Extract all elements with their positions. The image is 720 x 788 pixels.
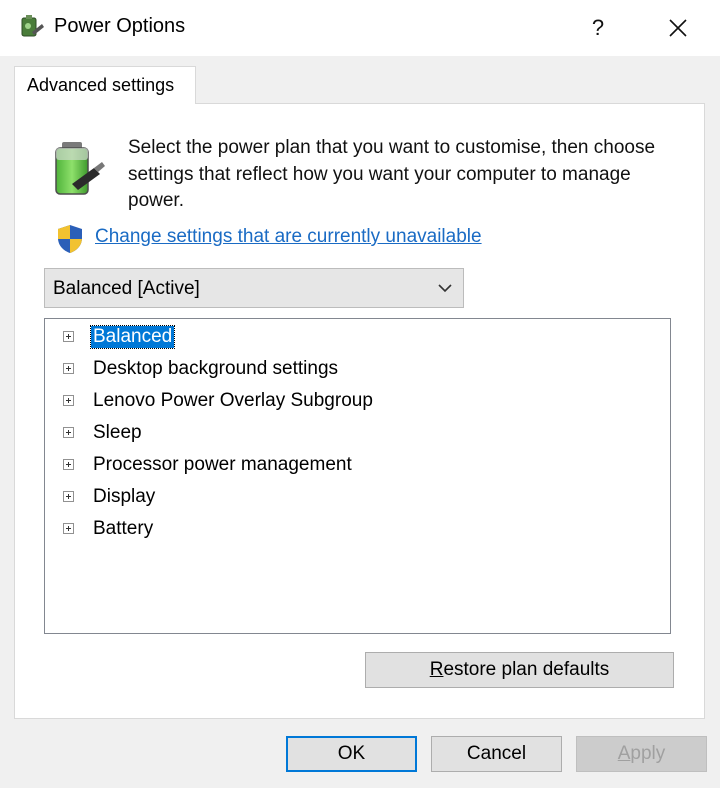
tree-item[interactable]: Balanced	[45, 322, 645, 352]
power-plan-select[interactable]: Balanced [Active]	[44, 268, 464, 308]
expand-plus-icon[interactable]	[63, 459, 74, 470]
tree-item-label: Sleep	[93, 422, 142, 443]
change-settings-link[interactable]: Change settings that are currently unava…	[95, 226, 482, 248]
expand-plus-icon[interactable]	[63, 395, 74, 406]
tree-item-label: Display	[93, 486, 156, 507]
tree-item[interactable]: Lenovo Power Overlay Subgroup	[45, 386, 645, 416]
tab-label: Advanced settings	[27, 75, 175, 95]
restore-mnemonic: R	[429, 659, 444, 680]
tree-item-label: Battery	[93, 518, 154, 539]
expand-plus-icon[interactable]	[63, 523, 74, 534]
ok-button[interactable]: OK	[286, 736, 417, 772]
window-title: Power Options	[54, 15, 186, 37]
help-button[interactable]: ?	[578, 10, 618, 46]
power-options-icon	[21, 15, 44, 37]
tree-item[interactable]: Display	[45, 482, 645, 512]
close-button[interactable]	[656, 10, 700, 46]
restore-label: estore plan defaults	[443, 659, 610, 680]
chevron-down-icon	[438, 284, 452, 293]
apply-label: pply	[630, 743, 666, 764]
tree-item[interactable]: Sleep	[45, 418, 645, 448]
intro-text: Select the power plan that you want to c…	[128, 137, 656, 211]
tree-item-label: Processor power management	[93, 454, 352, 475]
battery-icon	[55, 142, 105, 195]
settings-tree[interactable]: Balanced Desktop background settings Len…	[44, 318, 671, 634]
apply-button[interactable]: Apply	[576, 736, 707, 772]
apply-mnemonic: A	[617, 743, 631, 764]
tree-item[interactable]: Battery	[45, 514, 645, 544]
tree-item[interactable]: Desktop background settings	[45, 354, 645, 384]
close-icon	[669, 19, 687, 37]
expand-plus-icon[interactable]	[63, 363, 74, 374]
tab-advanced-settings[interactable]: Advanced settings	[14, 66, 196, 104]
tree-item-label: Desktop background settings	[93, 358, 339, 379]
tree-item-label: Balanced	[89, 325, 176, 349]
expand-plus-icon[interactable]	[63, 331, 74, 342]
tree-item[interactable]: Processor power management	[45, 450, 645, 480]
expand-plus-icon[interactable]	[63, 427, 74, 438]
tree-item-label: Lenovo Power Overlay Subgroup	[93, 390, 373, 411]
restore-plan-defaults-button[interactable]: Restore plan defaults	[365, 652, 674, 688]
shield-icon	[58, 225, 82, 253]
cancel-button[interactable]: Cancel	[431, 736, 562, 772]
expand-plus-icon[interactable]	[63, 491, 74, 502]
power-plan-value: Balanced [Active]	[53, 278, 200, 299]
title-bar: Power Options ?	[0, 0, 720, 56]
